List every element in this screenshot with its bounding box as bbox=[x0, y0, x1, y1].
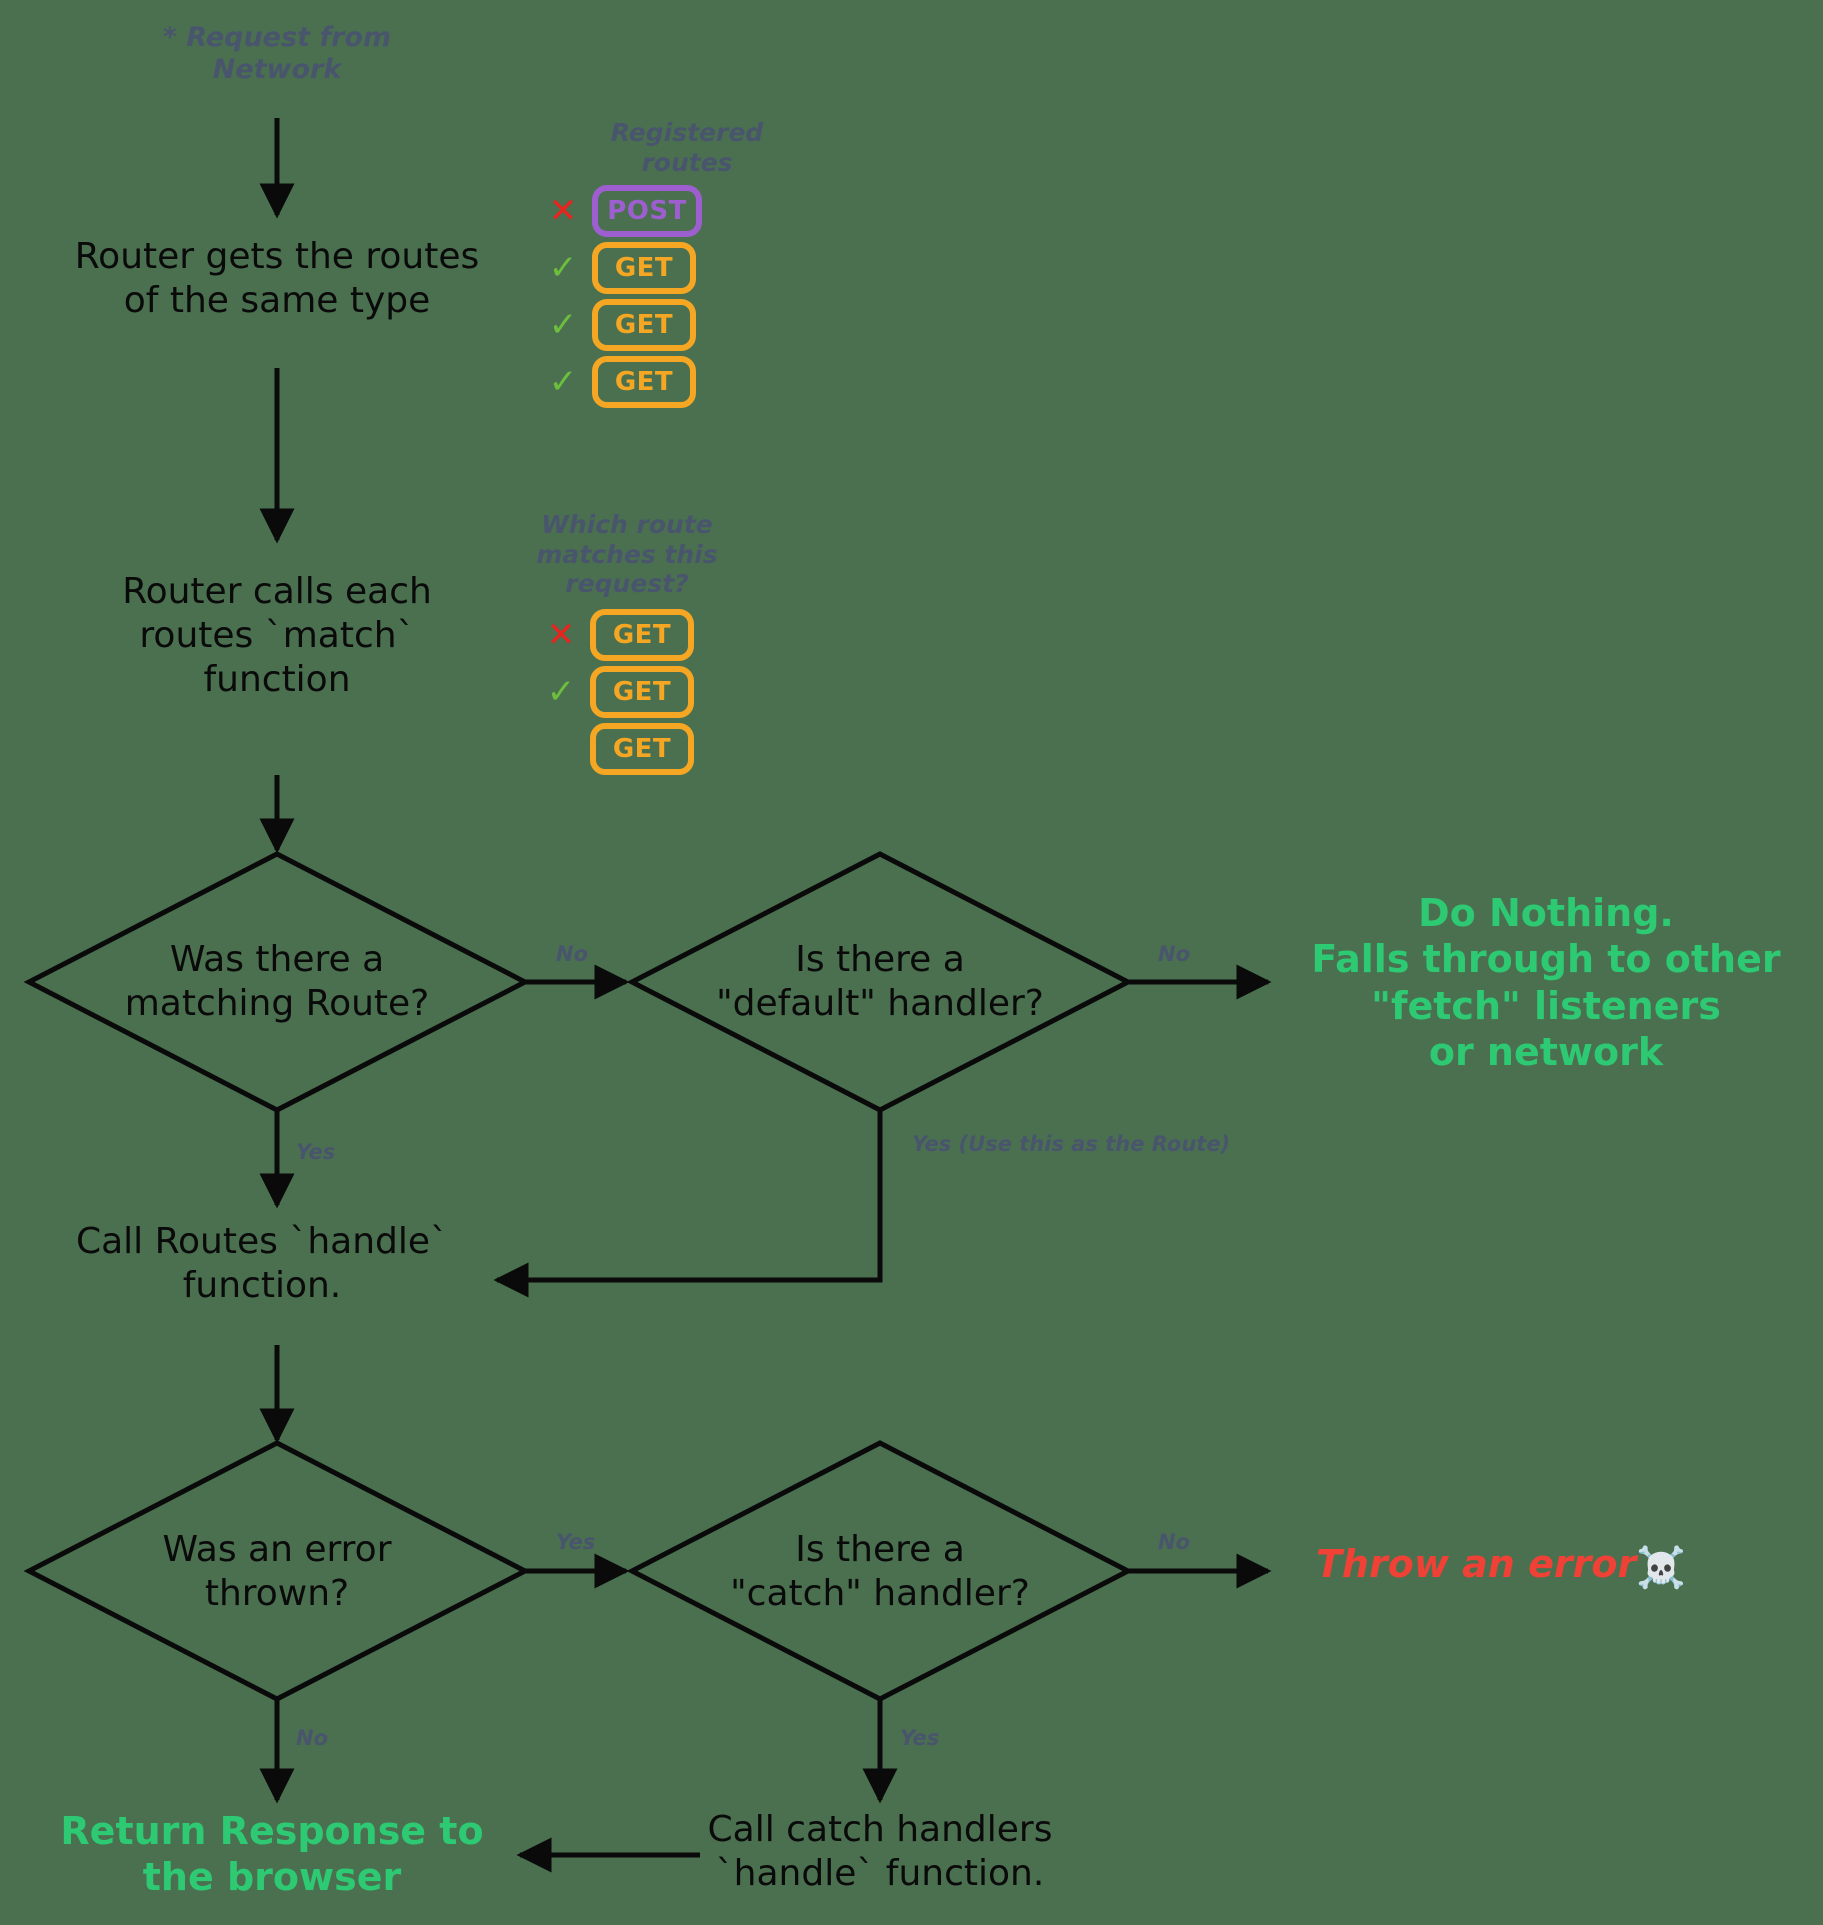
check-icon: ✓ bbox=[548, 248, 578, 288]
registered-routes-caption: Registered routes bbox=[610, 118, 764, 177]
check-icon: ✓ bbox=[546, 671, 576, 712]
edge-label-default-handler-no: No bbox=[1158, 942, 1191, 966]
decision-error-thrown: Was an error thrown? bbox=[162, 1529, 392, 1614]
route-badge-get[interactable]: GET bbox=[590, 665, 694, 718]
edge-label-catch-handler-no: No bbox=[1158, 1530, 1191, 1554]
node-call-routes-handle: Call Routes `handle` function. bbox=[75, 1221, 449, 1306]
route-badge-get[interactable]: GET bbox=[592, 299, 696, 351]
terminal-do-nothing: Do Nothing. Falls through to other "fetc… bbox=[1311, 891, 1781, 1075]
edge-label-matching-route-yes: Yes bbox=[296, 1140, 336, 1164]
node-router-gets-routes: Router gets the routes of the same type bbox=[74, 236, 480, 321]
route-badge-post[interactable]: POST bbox=[592, 185, 702, 237]
route-badge-get[interactable]: GET bbox=[590, 722, 694, 775]
route-row[interactable]: ✕ GET bbox=[538, 607, 752, 663]
throw-error-label: Throw an error bbox=[1316, 1542, 1637, 1586]
check-icon: ✓ bbox=[548, 305, 578, 345]
decision-default-handler: Is there a "default" handler? bbox=[716, 939, 1044, 1024]
route-badge-get[interactable]: GET bbox=[592, 356, 696, 408]
decision-matching-route: Was there a matching Route? bbox=[124, 939, 430, 1024]
route-row[interactable]: GET bbox=[538, 721, 752, 777]
route-badge-get[interactable]: GET bbox=[592, 242, 696, 294]
edge-label-error-thrown-no: No bbox=[296, 1726, 329, 1750]
terminal-throw-error: Throw an error☠️ bbox=[1316, 1542, 1796, 1592]
route-badge-get[interactable]: GET bbox=[590, 608, 694, 661]
route-row[interactable]: ✓ GET bbox=[540, 240, 782, 296]
edge-label-matching-route-no: No bbox=[556, 942, 589, 966]
route-row[interactable]: ✓ GET bbox=[540, 297, 782, 353]
route-row[interactable]: ✕ POST bbox=[540, 183, 782, 239]
flowchart-canvas: * Request from Network Router gets the r… bbox=[0, 0, 1823, 1925]
edge-label-catch-handler-yes: Yes bbox=[900, 1726, 940, 1750]
cross-icon: ✕ bbox=[546, 614, 576, 655]
edge-label-default-handler-yes: Yes (Use this as the Route) bbox=[912, 1132, 1231, 1156]
route-group-matching-routes: Which route matches this request? ✕ GET … bbox=[480, 510, 752, 778]
node-router-calls-match: Router calls each routes `match` functio… bbox=[122, 571, 432, 700]
decision-catch-handler: Is there a "catch" handler? bbox=[730, 1529, 1030, 1614]
terminal-return-response: Return Response to the browser bbox=[60, 1809, 484, 1900]
route-row[interactable]: ✓ GET bbox=[538, 664, 752, 720]
skull-icon: ☠️ bbox=[1636, 1545, 1686, 1591]
start-note: * Request from Network bbox=[162, 22, 392, 85]
edge-label-error-thrown-yes: Yes bbox=[556, 1530, 596, 1554]
check-icon: ✓ bbox=[548, 362, 578, 402]
route-row[interactable]: ✓ GET bbox=[540, 354, 782, 410]
matching-routes-caption: Which route matches this request? bbox=[536, 510, 718, 598]
cross-icon: ✕ bbox=[548, 191, 578, 231]
node-call-catch-handlers: Call catch handlers `handle` function. bbox=[707, 1809, 1053, 1894]
route-group-registered-routes: Registered routes ✕ POST ✓ GET ✓ GET ✓ G… bbox=[540, 118, 782, 411]
